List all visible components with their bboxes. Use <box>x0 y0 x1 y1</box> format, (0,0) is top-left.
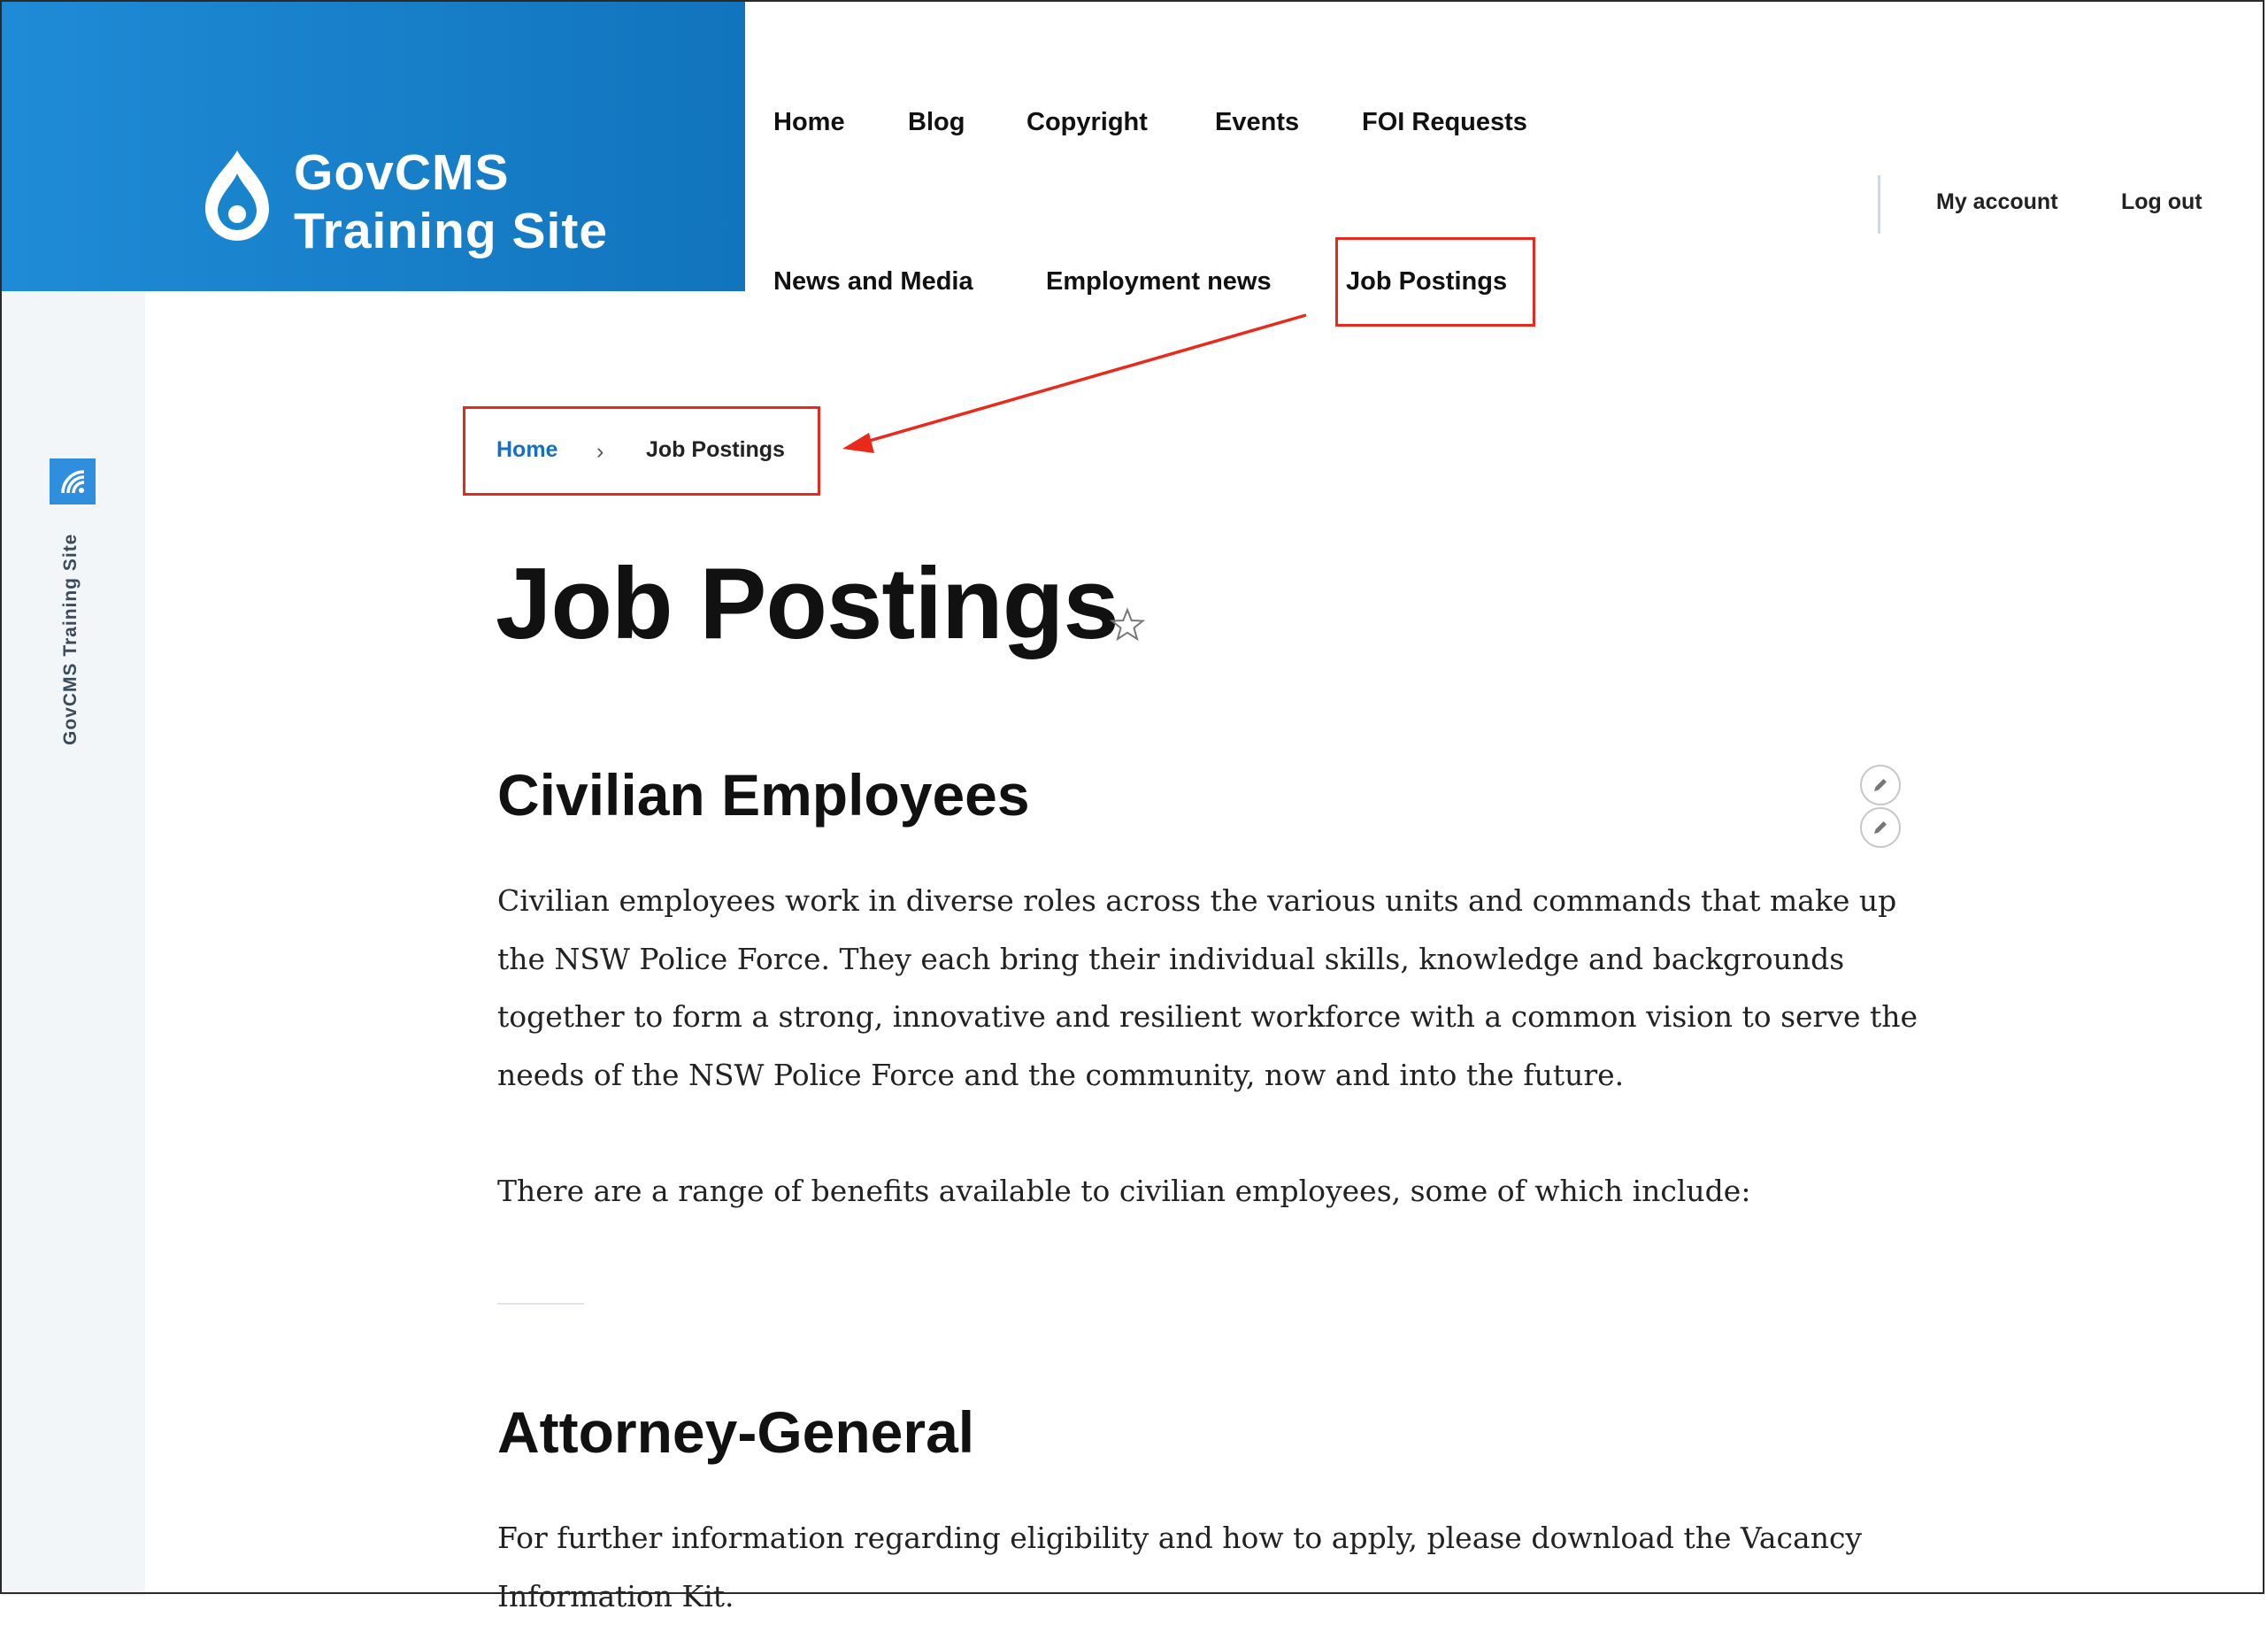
site-name[interactable]: GovCMS Training Site <box>294 143 608 260</box>
site-branding[interactable]: GovCMS Training Site <box>2 2 745 291</box>
my-account-link[interactable]: My account <box>1936 189 2058 215</box>
section-heading-attorney-general: Attorney-General <box>497 1399 975 1465</box>
site-name-line2: Training Site <box>294 203 609 259</box>
breadcrumb-home[interactable]: Home <box>496 437 557 463</box>
log-out-link[interactable]: Log out <box>2121 189 2203 215</box>
pencil-icon <box>1874 821 1887 834</box>
site-name-line1: GovCMS <box>294 144 510 201</box>
breadcrumb-current: Job Postings <box>646 437 785 462</box>
nav-employment-news[interactable]: Employment news <box>1046 267 1272 297</box>
nav-events[interactable]: Events <box>1215 108 1299 137</box>
edit-content-button[interactable] <box>1860 807 1901 848</box>
favorite-star-icon[interactable] <box>1110 607 1145 643</box>
nav-foi-requests[interactable]: FOI Requests <box>1362 108 1527 137</box>
pencil-icon <box>1874 779 1887 791</box>
nav-job-postings-highlight <box>1335 237 1535 327</box>
nav-news-and-media[interactable]: News and Media <box>773 267 973 297</box>
account-menu-divider <box>1878 175 1880 234</box>
sidebar-toggle-icon[interactable] <box>50 458 96 504</box>
page-title: Job Postings <box>496 548 1119 660</box>
nav-copyright[interactable]: Copyright <box>1026 108 1148 137</box>
nav-blog[interactable]: Blog <box>908 108 965 137</box>
section-heading-civilian-employees: Civilian Employees <box>497 762 1030 828</box>
breadcrumb-separator-icon: › <box>596 439 604 464</box>
nav-home[interactable]: Home <box>773 108 845 137</box>
section-paragraph: There are a range of benefits available … <box>497 1174 1751 1208</box>
edit-block-button[interactable] <box>1860 765 1901 805</box>
drupal-drop-logo-icon <box>205 150 269 241</box>
section-paragraph: For further information regarding eligib… <box>497 1521 1863 1613</box>
section-divider <box>497 1303 584 1305</box>
sidebar-site-label: GovCMS Training Site <box>60 533 81 745</box>
section-paragraph: Civilian employees work in diverse roles… <box>497 883 1918 1092</box>
